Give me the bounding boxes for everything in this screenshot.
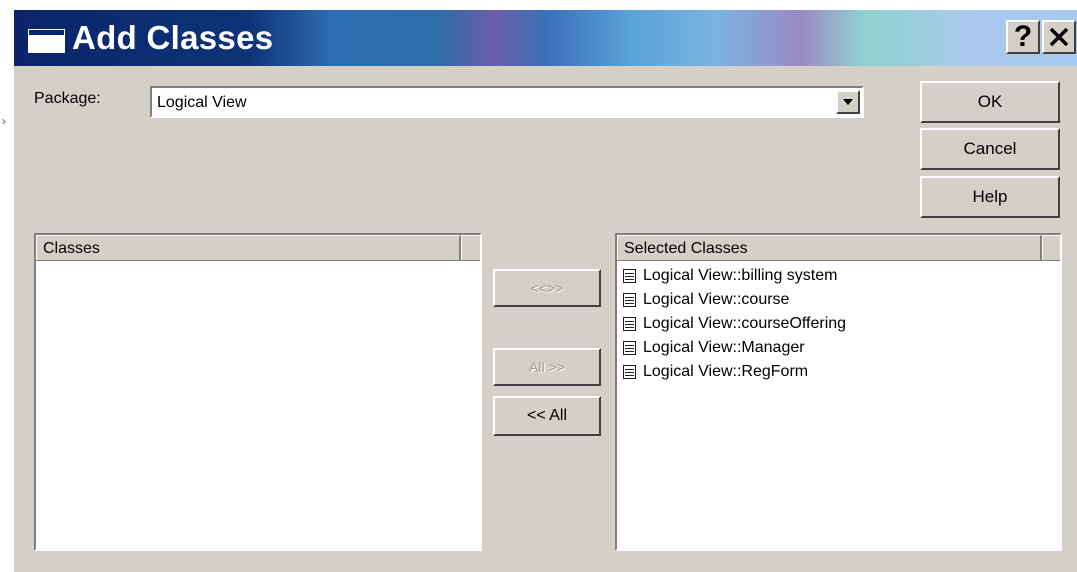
package-dropdown-button[interactable] [836, 90, 860, 114]
remove-all-button[interactable]: << All [493, 396, 601, 436]
ok-button[interactable]: OK [920, 81, 1060, 123]
classes-column-header[interactable]: Classes [36, 235, 461, 260]
selected-classes-column-header[interactable]: Selected Classes [617, 235, 1042, 260]
header-filler [461, 235, 480, 260]
question-icon: ? [1013, 20, 1033, 53]
window-title: Add Classes [72, 19, 274, 56]
class-icon [623, 269, 636, 283]
classes-list[interactable]: Classes [34, 233, 482, 551]
class-icon [623, 317, 636, 331]
classes-list-header: Classes [36, 235, 480, 261]
close-button[interactable] [1042, 20, 1076, 54]
class-icon [623, 293, 636, 307]
selected-classes-list[interactable]: Selected Classes Logical View::billing s… [615, 233, 1062, 551]
window-icon [28, 29, 65, 53]
swap-button[interactable]: <<>> [493, 269, 601, 307]
edge-artifact: › [2, 114, 6, 128]
cancel-button[interactable]: Cancel [920, 128, 1060, 170]
help-button[interactable]: Help [920, 176, 1060, 218]
add-classes-dialog: Add Classes ? Package: Logical View OK C… [14, 10, 1077, 572]
title-bar[interactable]: Add Classes ? [14, 10, 1077, 66]
add-all-button[interactable]: All >> [493, 348, 601, 386]
help-title-button[interactable]: ? [1006, 20, 1040, 54]
package-dropdown[interactable]: Logical View [150, 86, 864, 118]
package-label: Package: [34, 90, 101, 107]
chevron-down-icon [843, 99, 853, 105]
close-icon [1049, 27, 1069, 47]
selected-classes-list-header: Selected Classes [617, 235, 1060, 261]
class-icon [623, 365, 636, 379]
class-icon [623, 341, 636, 355]
header-filler [1042, 235, 1060, 260]
package-value: Logical View [157, 94, 247, 111]
